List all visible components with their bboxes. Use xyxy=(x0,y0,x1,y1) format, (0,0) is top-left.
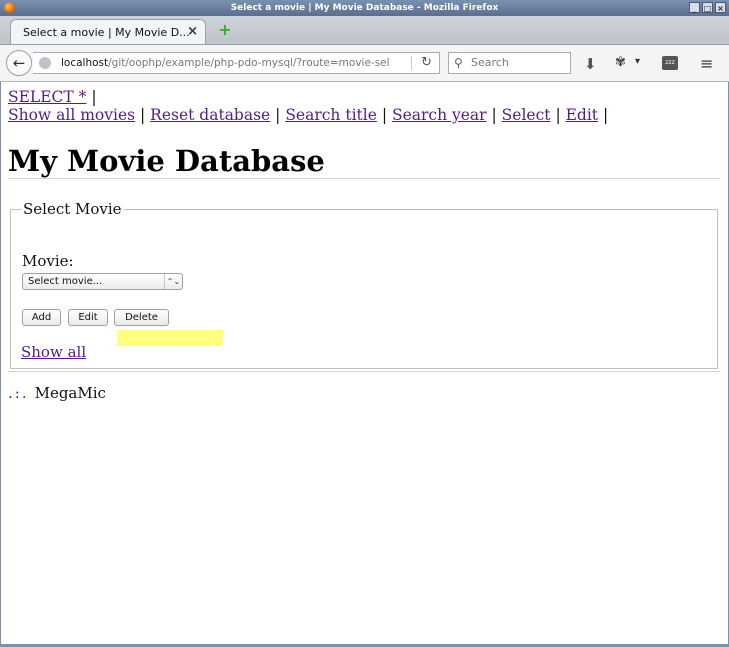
hamburger-menu-icon[interactable]: ≡ xyxy=(700,54,713,73)
nav-separator: | xyxy=(550,106,566,124)
sleep-zzz-icon[interactable]: zzz xyxy=(662,56,678,70)
nav-link-search-year[interactable]: Search year xyxy=(392,106,487,124)
addon-icon[interactable]: ✾ xyxy=(615,55,626,70)
site-navigation: SELECT * | Show all movies | Reset datab… xyxy=(8,88,608,124)
addon-chevron-down-icon[interactable]: ▾ xyxy=(635,56,640,67)
select-arrows-icon: ⌃⌄ xyxy=(164,274,182,289)
movie-select-value: Select movie... xyxy=(28,276,103,287)
select-movie-form: Select Movie Movie: Select movie... ⌃⌄ A… xyxy=(10,200,718,369)
nav-link-reset-database[interactable]: Reset database xyxy=(150,106,270,124)
window-frame-left xyxy=(0,82,1,644)
footer: .:. MegaMic xyxy=(8,384,106,402)
tab-strip: Select a movie | My Movie D... × + xyxy=(0,16,729,45)
form-legend: Select Movie xyxy=(23,200,122,218)
highlight-mark xyxy=(116,330,224,346)
search-placeholder: Search xyxy=(471,56,509,69)
show-all-link[interactable]: Show all xyxy=(21,343,86,361)
close-window-button[interactable]: × xyxy=(715,2,726,13)
movie-select[interactable]: Select movie... ⌃⌄ xyxy=(22,273,183,290)
nav-link-edit[interactable]: Edit xyxy=(566,106,598,124)
search-input[interactable]: ⚲ Search xyxy=(448,52,571,74)
back-button[interactable]: ← xyxy=(6,50,32,76)
reload-icon[interactable]: ↻ xyxy=(421,53,432,73)
nav-link-select-all[interactable]: SELECT * xyxy=(8,88,86,106)
window-title: Select a movie | My Movie Database - Moz… xyxy=(230,3,499,13)
nav-link-show-all-movies[interactable]: Show all movies xyxy=(8,106,135,124)
search-icon: ⚲ xyxy=(454,56,463,70)
url-bar[interactable]: localhost/git/oophp/example/php-pdo-mysq… xyxy=(33,52,440,74)
nav-link-select[interactable]: Select xyxy=(502,106,551,124)
download-icon[interactable]: ⬇ xyxy=(584,55,597,73)
page-content: SELECT * | Show all movies | Reset datab… xyxy=(0,82,729,644)
tab-close-icon[interactable]: × xyxy=(187,24,198,39)
edit-button[interactable]: Edit xyxy=(68,309,108,326)
delete-button[interactable]: Delete xyxy=(114,309,169,326)
movie-label: Movie: xyxy=(22,252,74,270)
nav-separator: | xyxy=(135,106,151,124)
nav-separator: | xyxy=(598,106,609,124)
nav-line-1: SELECT * | xyxy=(8,88,608,106)
url-text: localhost/git/oophp/example/php-pdo-mysq… xyxy=(61,57,390,69)
nav-separator: | xyxy=(270,106,286,124)
navigation-toolbar: localhost/git/oophp/example/php-pdo-mysq… xyxy=(0,45,729,82)
nav-link-search-title[interactable]: Search title xyxy=(285,106,377,124)
footer-dots: .:. xyxy=(8,384,29,402)
tab-title: Select a movie | My Movie D... xyxy=(23,26,190,39)
firefox-logo-icon xyxy=(4,2,15,13)
globe-icon xyxy=(39,57,51,69)
new-tab-plus-icon[interactable]: + xyxy=(218,22,232,38)
window-controls: _ □ × xyxy=(689,2,726,13)
nav-line-2: Show all movies | Reset database | Searc… xyxy=(8,106,608,124)
window-titlebar: Select a movie | My Movie Database - Moz… xyxy=(0,0,729,16)
nav-separator: | xyxy=(376,106,392,124)
footer-name: MegaMic xyxy=(34,384,106,402)
nav-separator: | xyxy=(486,106,502,124)
add-button[interactable]: Add xyxy=(22,309,61,326)
page-title: My Movie Database xyxy=(8,144,325,178)
title-divider xyxy=(8,178,720,179)
footer-divider xyxy=(8,371,720,372)
minimize-button[interactable]: _ xyxy=(689,2,700,13)
url-divider xyxy=(411,56,412,70)
nav-separator: | xyxy=(86,88,97,106)
tab-select-movie[interactable]: Select a movie | My Movie D... × xyxy=(10,19,206,44)
maximize-button[interactable]: □ xyxy=(702,2,713,13)
